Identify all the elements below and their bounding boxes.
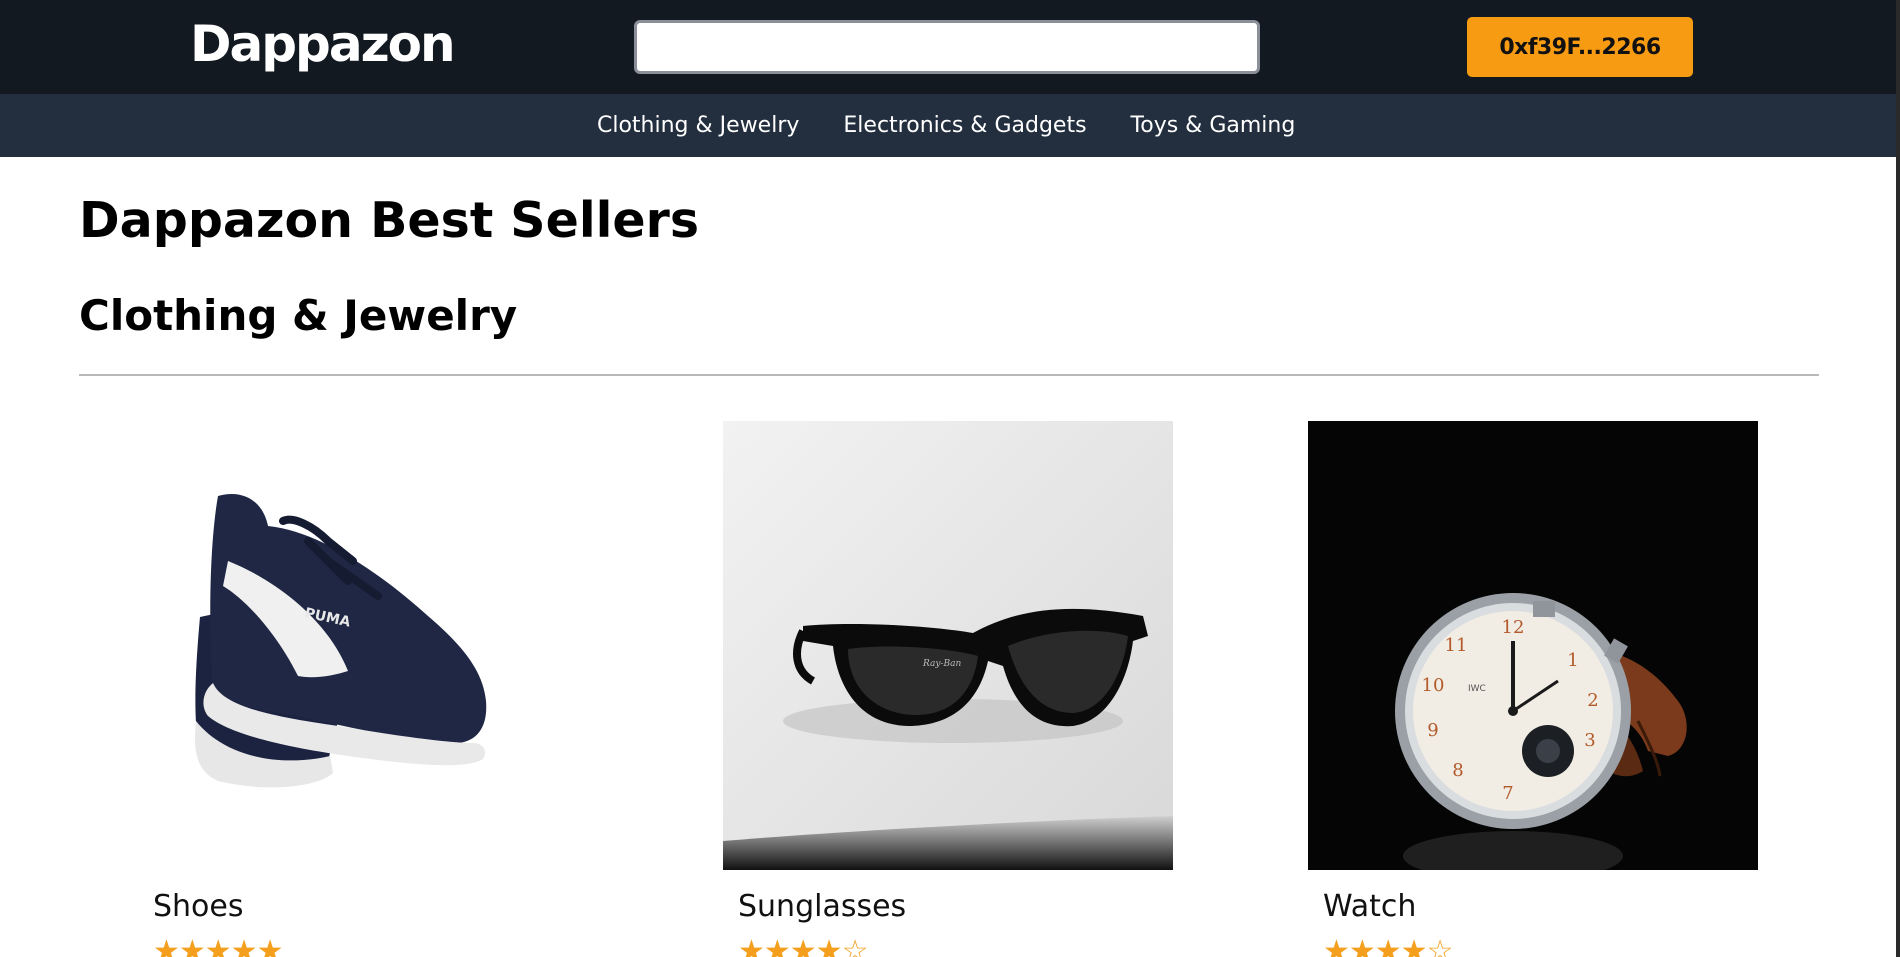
account-button[interactable]: 0xf39F...2266 [1467, 17, 1693, 77]
sunglasses-icon: Ray-Ban [723, 421, 1173, 870]
svg-text:10: 10 [1422, 675, 1445, 696]
top-header: Dappazon 0xf39F...2266 [0, 0, 1896, 94]
category-nav: Clothing & Jewelry Electronics & Gadgets… [0, 94, 1896, 157]
brand-logo[interactable]: Dappazon [190, 14, 456, 74]
search-input[interactable] [634, 20, 1260, 74]
watch-icon: 12 11 10 9 8 7 1 2 3 IWC [1308, 421, 1758, 870]
app-window: Dappazon 0xf39F...2266 Clothing & Jewelr… [0, 0, 1900, 957]
product-image-shoes[interactable]: PUMA [78, 421, 528, 870]
svg-text:Ray-Ban: Ray-Ban [922, 659, 961, 669]
page-title: Dappazon Best Sellers [79, 192, 699, 249]
svg-text:3: 3 [1584, 730, 1595, 751]
product-name-watch[interactable]: Watch [1323, 889, 1416, 924]
window-edge [1896, 0, 1900, 957]
section-title: Clothing & Jewelry [79, 291, 518, 340]
shoe-icon: PUMA [78, 421, 528, 870]
svg-text:2: 2 [1587, 690, 1598, 711]
svg-text:IWC: IWC [1468, 684, 1486, 694]
product-rating-sunglasses: ★★★★☆ [738, 934, 868, 957]
category-clothing-jewelry[interactable]: Clothing & Jewelry [597, 113, 799, 138]
section-divider [79, 374, 1819, 376]
svg-text:8: 8 [1452, 760, 1463, 781]
product-image-sunglasses[interactable]: Ray-Ban [723, 421, 1173, 870]
svg-text:1: 1 [1567, 650, 1578, 671]
product-name-sunglasses[interactable]: Sunglasses [738, 889, 906, 924]
svg-text:7: 7 [1502, 783, 1513, 804]
product-rating-watch: ★★★★☆ [1323, 934, 1453, 957]
category-list: Clothing & Jewelry Electronics & Gadgets… [597, 94, 1295, 157]
svg-text:12: 12 [1502, 617, 1525, 638]
category-toys-gaming[interactable]: Toys & Gaming [1131, 113, 1296, 138]
product-image-watch[interactable]: 12 11 10 9 8 7 1 2 3 IWC [1308, 421, 1758, 870]
product-rating-shoes: ★★★★★ [153, 934, 283, 957]
category-electronics-gadgets[interactable]: Electronics & Gadgets [843, 113, 1086, 138]
svg-text:9: 9 [1427, 720, 1438, 741]
svg-text:11: 11 [1445, 635, 1468, 656]
product-name-shoes[interactable]: Shoes [153, 889, 244, 924]
